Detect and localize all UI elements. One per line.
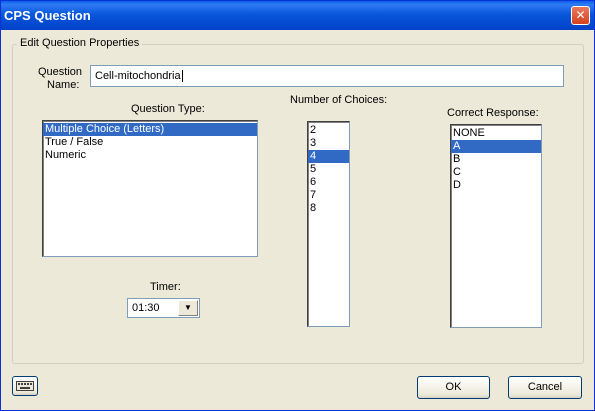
close-button[interactable]: ✕ bbox=[571, 6, 590, 25]
question-name-value: Cell-mitochondria bbox=[95, 70, 181, 82]
timer-label: Timer: bbox=[150, 281, 181, 293]
number-of-choices-list[interactable]: 2345678 bbox=[307, 121, 350, 327]
cancel-button[interactable]: Cancel bbox=[508, 376, 582, 399]
text-caret bbox=[181, 70, 183, 83]
correct-response-option[interactable]: C bbox=[451, 166, 541, 179]
question-type-option[interactable]: True / False bbox=[43, 136, 257, 149]
correct-response-option[interactable]: NONE bbox=[451, 127, 541, 140]
correct-response-option[interactable]: B bbox=[451, 153, 541, 166]
timer-value: 01:30 bbox=[132, 302, 160, 314]
number-of-choices-option[interactable]: 6 bbox=[308, 176, 349, 189]
number-of-choices-option[interactable]: 3 bbox=[308, 137, 349, 150]
number-of-choices-option[interactable]: 4 bbox=[308, 150, 349, 163]
question-type-option[interactable]: Numeric bbox=[43, 149, 257, 162]
ok-button[interactable]: OK bbox=[417, 376, 490, 399]
close-icon: ✕ bbox=[575, 8, 586, 22]
window-title: CPS Question bbox=[4, 8, 91, 23]
question-type-label: Question Type: bbox=[131, 103, 205, 115]
number-of-choices-option[interactable]: 5 bbox=[308, 163, 349, 176]
question-type-option[interactable]: Multiple Choice (Letters) bbox=[43, 123, 257, 136]
correct-response-option[interactable]: D bbox=[451, 179, 541, 192]
title-bar[interactable]: CPS Question ✕ bbox=[1, 1, 594, 30]
number-of-choices-option[interactable]: 2 bbox=[308, 124, 349, 137]
timer-select[interactable]: 01:30 ▼ bbox=[127, 298, 200, 318]
number-of-choices-option[interactable]: 8 bbox=[308, 202, 349, 215]
keyboard-icon bbox=[16, 381, 34, 391]
keyboard-button[interactable] bbox=[12, 376, 38, 396]
number-of-choices-option[interactable]: 7 bbox=[308, 189, 349, 202]
group-label: Edit Question Properties bbox=[17, 37, 143, 49]
question-name-label-line1: Question bbox=[38, 66, 83, 78]
correct-response-label: Correct Response: bbox=[447, 107, 539, 119]
question-name-input[interactable]: Cell-mitochondria bbox=[90, 65, 564, 87]
question-name-label-line2: Name: bbox=[47, 79, 80, 91]
number-of-choices-label: Number of Choices: bbox=[290, 94, 388, 106]
correct-response-list[interactable]: NONE A B C D bbox=[450, 124, 542, 328]
correct-response-option[interactable]: A bbox=[451, 140, 541, 153]
chevron-down-icon[interactable]: ▼ bbox=[178, 300, 198, 316]
question-type-list[interactable]: Multiple Choice (Letters) True / False Num… bbox=[42, 120, 258, 257]
